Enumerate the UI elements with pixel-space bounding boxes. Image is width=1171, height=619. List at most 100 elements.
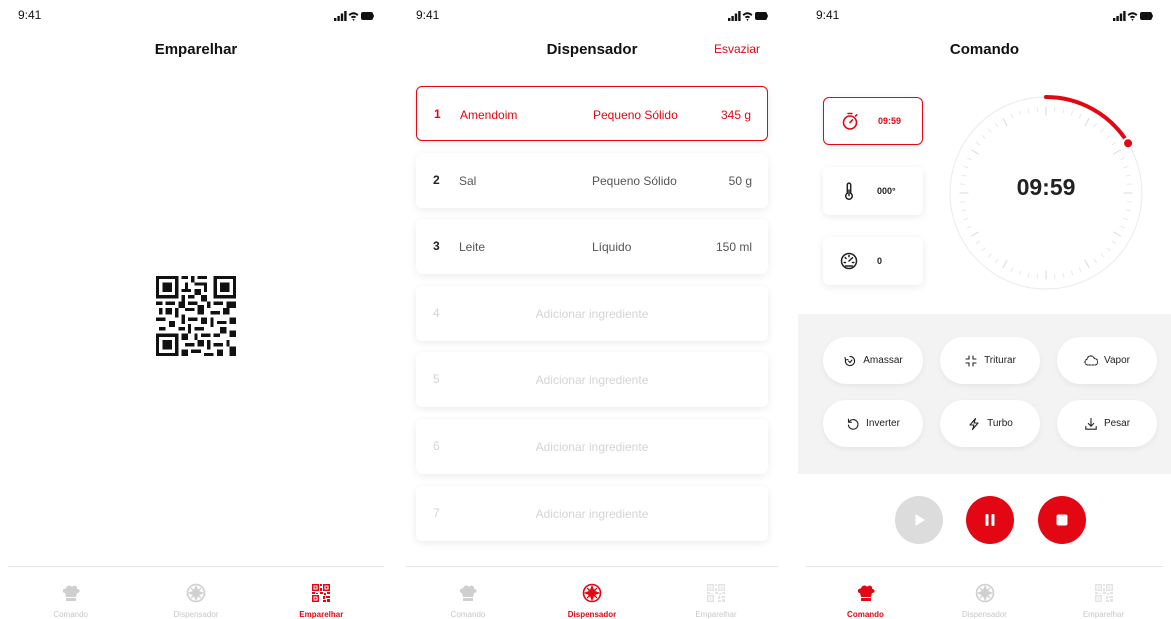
ingredient-type: Pequeno Sólido [593,108,678,122]
speedometer-icon [840,252,858,270]
tab-comando[interactable]: Comando [406,567,530,619]
tab-label: Emparelhar [1082,610,1125,619]
tab-label: Dispensador [173,610,219,619]
tab-label: Emparelhar [299,610,344,619]
tab-dispensador[interactable]: Dispensador [925,567,1044,619]
ingredient-quantity: 345 g [720,108,751,122]
status-time: 9:41 [18,8,42,22]
add-ingredient-label: Adicionar ingrediente [535,439,649,454]
ingredient-row[interactable]: 3 Leite Líquido 150 ml [416,219,768,275]
crush-icon [965,354,977,367]
knead-button[interactable]: Amassar [823,337,923,384]
tab-label: Comando [450,610,486,619]
tab-label: Dispensador [567,610,617,619]
knead-icon [844,355,856,366]
command-screen: 9:41 Comando 09:59 000° 0 09:59 Amassar … [798,0,1171,619]
tab-bar: Comando Dispensador Emparelhar [8,566,384,619]
temperature-value: 000° [877,186,896,196]
mode-panel: Amassar Triturar Vapor Inverter Turbo Pe… [798,314,1171,474]
timer-card[interactable]: 09:59 [823,97,923,145]
ingredient-name: Leite [459,240,486,255]
status-time: 9:41 [416,8,440,22]
status-bar: 9:41 [0,0,392,30]
row-number: 1 [434,107,441,121]
page-title: Comando [949,41,1020,58]
qr-code-icon [312,584,331,602]
tab-comando[interactable]: Comando [8,567,133,619]
ingredient-row[interactable]: 2 Sal Pequeno Sólido 50 g [416,152,768,208]
speed-value: 0 [877,256,883,266]
weigh-icon [1085,417,1097,430]
status-icons [1113,10,1153,22]
mode-label: Vapor [1104,355,1130,366]
tab-dispensador[interactable]: Dispensador [530,567,654,619]
temperature-card[interactable]: 000° [823,167,923,215]
ingredient-type: Pequeno Sólido [592,173,677,188]
steam-icon [1084,354,1099,366]
ingredient-name: Amendoim [460,108,518,122]
ingredient-quantity: 150 ml [715,240,752,255]
tab-label: Dispensador [962,610,1007,619]
steam-button[interactable]: Vapor [1057,337,1157,384]
stop-button[interactable] [1038,496,1086,544]
row-number: 3 [433,239,440,254]
tab-label: Emparelhar [695,610,737,619]
stopwatch-icon [842,112,858,130]
weigh-button[interactable]: Pesar [1057,400,1157,447]
chef-hat-icon [459,585,477,601]
play-icon [915,514,925,526]
speed-card[interactable]: 0 [823,237,923,285]
play-button[interactable] [895,496,943,544]
add-ingredient-row[interactable]: 6 Adicionar ingrediente [416,418,768,474]
dispenser-icon [186,583,206,603]
add-ingredient-label: Adicionar ingrediente [535,306,649,321]
mode-label: Turbo [987,418,1013,429]
mode-label: Pesar [1103,418,1131,429]
status-icons [728,10,768,22]
status-bar: 9:41 [398,0,786,30]
dial-time: 09:59 [1016,174,1076,200]
add-ingredient-label: Adicionar ingrediente [535,373,649,388]
qr-code-icon [707,584,725,602]
status-icons [334,10,374,22]
tab-emparelhar[interactable]: Emparelhar [654,567,778,619]
qr-code-icon [1094,584,1113,602]
reverse-icon [847,418,859,430]
crush-button[interactable]: Triturar [940,337,1040,384]
tab-emparelhar[interactable]: Emparelhar [1044,567,1163,619]
row-number: 2 [433,172,440,187]
tab-bar: Comando Dispensador Emparelhar [806,566,1163,619]
timer-value: 09:59 [878,116,902,126]
tab-emparelhar[interactable]: Emparelhar [259,567,384,619]
chef-hat-icon [857,585,875,601]
stop-icon [1056,514,1068,526]
qr-code [156,276,236,356]
add-ingredient-row[interactable]: 7 Adicionar ingrediente [416,485,768,541]
reverse-button[interactable]: Inverter [823,400,923,447]
page-title: Emparelhar [154,41,238,58]
status-bar: 9:41 [798,0,1171,30]
lightning-icon [969,417,979,430]
thermometer-icon [844,182,854,201]
add-ingredient-row[interactable]: 5 Adicionar ingrediente [416,352,768,408]
tab-label: Comando [847,610,884,619]
dispenser-icon [582,583,602,603]
ingredient-name: Sal [459,173,477,188]
mode-label: Triturar [984,355,1016,366]
ingredient-list: 1 Amendoim Pequeno Sólido 345 g 2 Sal Pe… [416,86,768,552]
empty-button[interactable]: Esvaziar [714,42,760,56]
tab-dispensador[interactable]: Dispensador [133,567,258,619]
tab-label: Comando [53,610,88,619]
pause-button[interactable] [966,496,1014,544]
mode-label: Inverter [866,418,900,429]
add-ingredient-row[interactable]: 4 Adicionar ingrediente [416,285,768,341]
turbo-button[interactable]: Turbo [940,400,1040,447]
ingredient-type: Líquido [592,240,632,255]
status-time: 9:41 [816,8,840,22]
chef-hat-icon [62,585,80,601]
ingredient-quantity: 50 g [728,173,752,188]
mode-label: Amassar [863,355,903,366]
tab-comando[interactable]: Comando [806,567,925,619]
ingredient-row[interactable]: 1 Amendoim Pequeno Sólido 345 g [416,86,768,141]
pause-icon [985,514,995,526]
